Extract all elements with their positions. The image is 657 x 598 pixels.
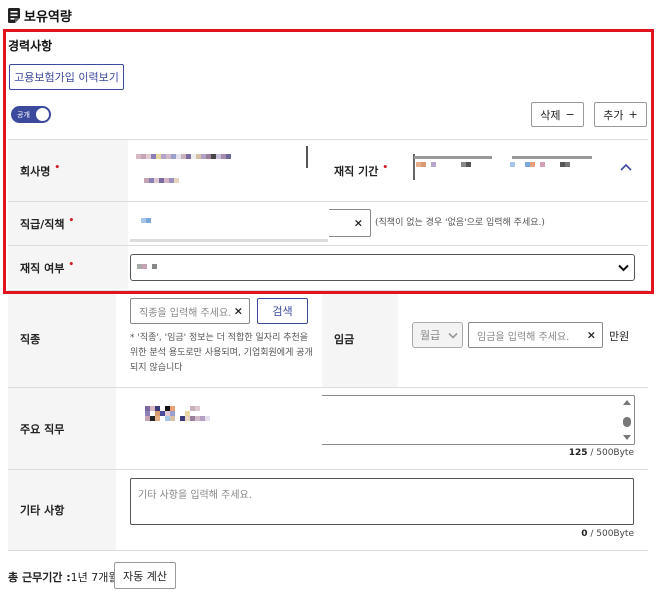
other-max: / 500Byte	[587, 529, 634, 539]
minus-icon: −	[565, 108, 575, 121]
salary-label-cell: 임금	[322, 291, 398, 387]
document-icon	[8, 8, 20, 23]
required-dot: •	[68, 259, 75, 270]
delete-button[interactable]: 삭제 −	[531, 102, 584, 127]
chevron-up-icon[interactable]	[620, 163, 632, 171]
other-label: 기타 사항	[20, 504, 65, 517]
main-duty-redacted	[145, 406, 255, 421]
job-salary-note: * '직종', '임금' 정보는 더 적합한 일자리 추천을 위한 분석 용도로…	[130, 333, 313, 373]
delete-label: 삭제	[540, 108, 561, 122]
period-input[interactable]	[400, 140, 605, 200]
period-label: 재직 기간	[334, 164, 379, 178]
company-value-redacted	[136, 154, 316, 159]
company-input[interactable]	[130, 140, 320, 200]
other-textarea[interactable]: 기타 사항을 입력해 주세요.	[130, 478, 634, 525]
scrollbar[interactable]	[622, 399, 632, 441]
plus-icon: +	[628, 108, 638, 121]
main-duty-counter: 125 / 500Byte	[569, 448, 634, 458]
other-label-cell: 기타 사항	[8, 470, 116, 550]
employed-select[interactable]	[130, 254, 635, 281]
position-value-redacted	[141, 218, 161, 223]
main-duty-count: 125	[568, 448, 588, 458]
position-hint: (직책이 없는 경우 '없음'으로 입력해 주세요.)	[375, 218, 545, 228]
position-label-cell: 직급/직책 •	[8, 202, 128, 245]
period-start-redacted	[416, 162, 496, 167]
clear-icon[interactable]: ×	[234, 305, 243, 318]
salary-label: 임금	[334, 333, 355, 346]
required-dot: •	[382, 162, 389, 173]
search-button[interactable]: 검색	[257, 298, 308, 324]
job-type-label: 직종	[20, 333, 41, 346]
company-label-cell: 회사명 •	[8, 140, 128, 201]
chevron-down-icon	[448, 332, 458, 339]
employed-label-cell: 재직 여부 •	[8, 246, 128, 289]
employed-value-redacted	[137, 264, 167, 269]
public-toggle[interactable]: 공개	[11, 106, 51, 123]
toggle-knob	[36, 108, 49, 121]
position-label: 직급/직책	[20, 217, 65, 231]
salary-placeholder: 임금을 입력해 주세요.	[477, 331, 570, 343]
job-type-input[interactable]: 직종을 입력해 주세요. ×	[130, 298, 250, 324]
employed-label: 재직 여부	[20, 261, 65, 275]
required-dot: •	[68, 215, 75, 226]
other-placeholder: 기타 사항을 입력해 주세요.	[138, 490, 252, 501]
clear-icon[interactable]: ×	[587, 329, 596, 342]
toggle-label: 공개	[17, 110, 30, 119]
total-period-value: 1년 7개월	[70, 571, 119, 584]
clear-icon[interactable]: ×	[354, 217, 363, 230]
page-title: 보유역량	[24, 10, 72, 25]
auto-calc-button[interactable]: 자동 계산	[114, 562, 176, 589]
page-header: 보유역량	[8, 6, 72, 25]
add-button[interactable]: 추가 +	[594, 102, 647, 127]
chevron-down-icon	[618, 264, 629, 272]
main-duty-label: 주요 직무	[20, 422, 65, 436]
section-title: 경력사항	[8, 39, 53, 53]
required-dot: •	[54, 162, 61, 173]
salary-input[interactable]: 임금을 입력해 주세요. ×	[468, 322, 603, 348]
salary-unit: 만원	[609, 330, 630, 343]
total-period-label: 총 근무기간 :	[8, 571, 71, 584]
period-end-redacted	[510, 162, 590, 167]
other-counter: 0 / 500Byte	[581, 529, 634, 539]
job-type-label-cell: 직종	[8, 291, 116, 387]
divider	[8, 550, 648, 551]
company-value-redacted-2	[144, 178, 224, 183]
add-label: 추가	[603, 108, 624, 122]
company-label: 회사명	[20, 164, 51, 178]
main-duty-textarea[interactable]	[130, 395, 635, 467]
insurance-history-button[interactable]: 고용보험가입 이력보기	[9, 64, 124, 90]
salary-period-value: 월급	[420, 329, 441, 342]
main-duty-label-cell: 주요 직무	[8, 388, 116, 469]
total-period: 총 근무기간 :1년 7개월	[8, 569, 119, 585]
scroll-handle	[306, 146, 308, 168]
main-duty-max: / 500Byte	[587, 448, 634, 458]
salary-period-select[interactable]: 월급	[412, 322, 463, 348]
period-label-cell: 재직 기간 •	[322, 140, 398, 201]
job-type-placeholder: 직종을 입력해 주세요.	[139, 307, 232, 319]
position-input[interactable]: ×	[130, 209, 371, 237]
